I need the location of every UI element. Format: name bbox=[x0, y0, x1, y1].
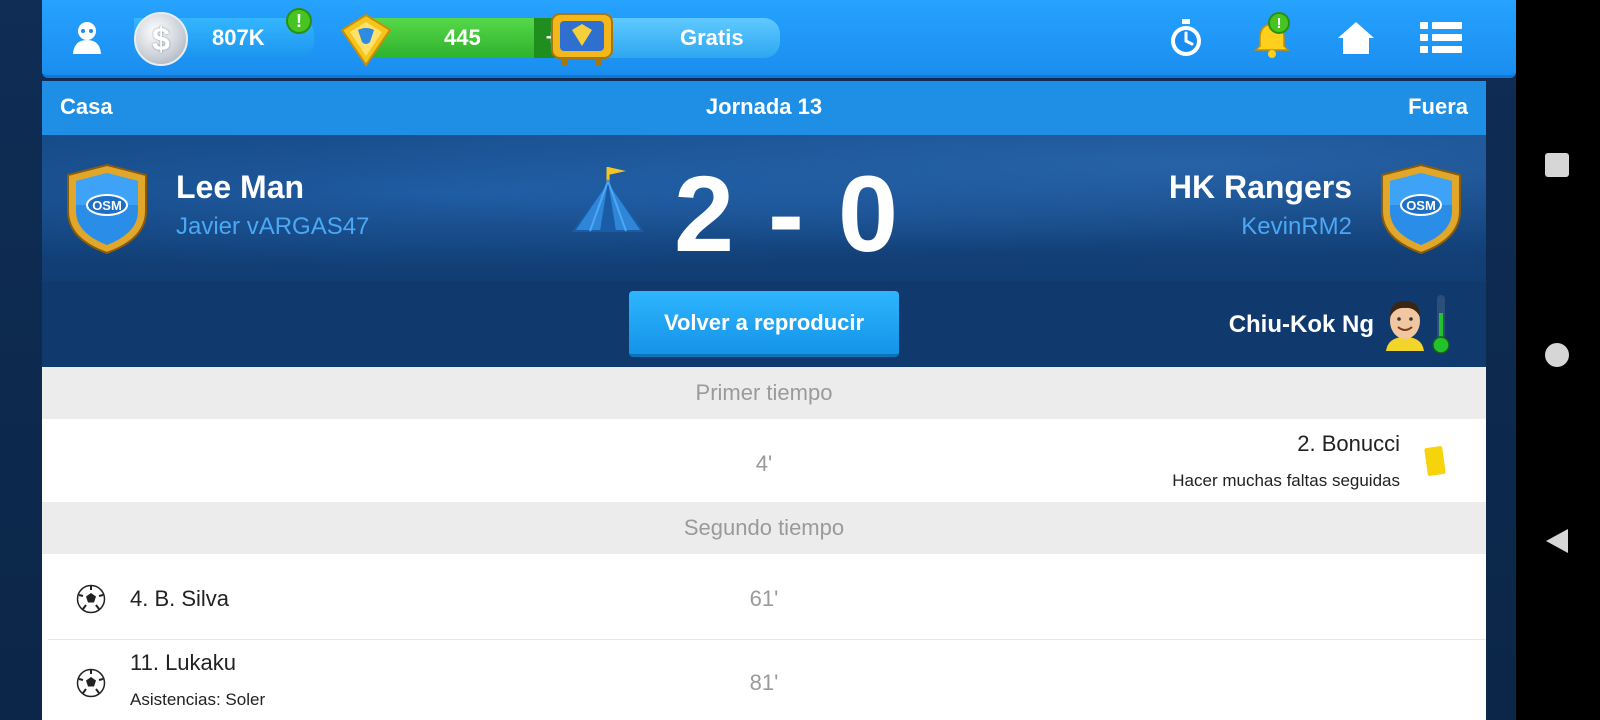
svg-text:OSM: OSM bbox=[1406, 198, 1436, 213]
away-manager-name[interactable]: KevinRM2 bbox=[1241, 213, 1352, 241]
event-row[interactable]: 4. B. Silva 61' bbox=[42, 556, 1486, 639]
man-of-the-match-name[interactable]: Chiu-Kok Ng bbox=[1229, 311, 1374, 339]
match-header: Casa Jornada 13 Fuera bbox=[42, 81, 1486, 135]
round-label: Jornada 13 bbox=[705, 94, 823, 119]
home-icon[interactable] bbox=[1334, 16, 1378, 60]
system-home-icon[interactable] bbox=[1540, 338, 1574, 372]
coin-icon: $ bbox=[134, 12, 188, 66]
coins-value: 807K bbox=[212, 25, 265, 50]
match-events: Primer tiempo 4' 2. Bonucci Hacer muchas… bbox=[42, 367, 1486, 720]
event-row[interactable]: 4' 2. Bonucci Hacer muchas faltas seguid… bbox=[42, 419, 1486, 502]
fitness-thermometer-icon bbox=[1432, 293, 1450, 355]
event-row[interactable]: 11. Lukaku Asistencias: Soler 81' bbox=[42, 640, 1486, 720]
replay-row: Volver a reproducir Chiu-Kok Ng bbox=[42, 281, 1486, 367]
away-label: Fuera bbox=[1408, 94, 1468, 119]
top-bar: 807K $ ! 445 + Gratis bbox=[42, 0, 1516, 78]
event-minute: 81' bbox=[749, 670, 779, 695]
recent-apps-icon[interactable] bbox=[1540, 148, 1574, 182]
gems-value: 445 bbox=[444, 25, 481, 50]
free-label: Gratis bbox=[680, 25, 744, 50]
system-nav-bar bbox=[1516, 0, 1600, 720]
player-avatar-icon[interactable] bbox=[1382, 295, 1428, 351]
second-half-header: Segundo tiempo bbox=[42, 502, 1486, 554]
yellow-card-icon bbox=[1424, 445, 1446, 477]
coins-alert-badge[interactable]: ! bbox=[286, 8, 312, 34]
away-team-name[interactable]: HK Rangers bbox=[1169, 169, 1352, 206]
event-player: 2. Bonucci bbox=[1297, 431, 1400, 456]
tv-icon bbox=[548, 10, 616, 68]
event-detail: Hacer muchas faltas seguidas bbox=[1172, 471, 1400, 490]
coin-symbol: $ bbox=[152, 20, 170, 57]
profile-icon[interactable] bbox=[70, 20, 104, 56]
gem-icon bbox=[338, 12, 394, 68]
coins-alert-text: ! bbox=[296, 10, 302, 31]
stopwatch-icon[interactable] bbox=[1164, 16, 1208, 60]
notifications-alert-text: ! bbox=[1276, 14, 1282, 32]
back-icon[interactable] bbox=[1540, 524, 1574, 558]
menu-list-icon[interactable] bbox=[1418, 16, 1462, 60]
scoreboard: OSM Lee Man Javier vARGAS47 2 - 0 HK Ran… bbox=[42, 135, 1486, 281]
match-screen: 807K $ ! 445 + Gratis bbox=[0, 0, 1516, 720]
replay-button[interactable]: Volver a reproducir bbox=[629, 291, 899, 357]
notifications-alert-badge: ! bbox=[1268, 12, 1290, 34]
away-team-crest-icon[interactable]: OSM bbox=[1376, 161, 1466, 257]
event-minute: 61' bbox=[749, 586, 779, 611]
first-half-header: Primer tiempo bbox=[42, 367, 1486, 419]
